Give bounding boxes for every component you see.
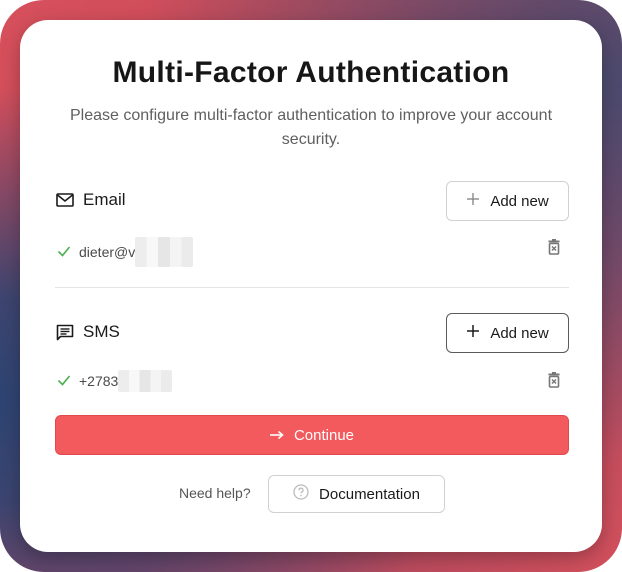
email-section-label: Email [83,190,126,209]
delete-sms-button[interactable] [547,372,561,393]
check-icon [57,244,71,261]
plus-icon [466,192,480,210]
redacted-text [135,237,194,267]
delete-email-button[interactable] [547,239,561,260]
envelope-icon [55,190,75,210]
continue-button[interactable]: Continue [55,415,569,455]
dialog-title: Multi-Factor Authentication [112,56,510,89]
mfa-dialog: Multi-Factor Authentication Please confi… [20,20,602,552]
help-text: Need help? [179,485,251,501]
trash-icon [547,372,561,392]
section-divider [55,287,569,288]
question-circle-icon [293,484,309,504]
documentation-button[interactable]: Documentation [268,475,445,513]
add-sms-label: Add new [490,324,549,342]
add-sms-button[interactable]: Add new [446,313,569,353]
redacted-text [118,370,173,392]
documentation-label: Documentation [319,485,420,503]
sms-section-label: SMS [83,322,120,341]
message-icon [55,322,75,342]
add-email-label: Add new [490,192,549,210]
add-email-button[interactable]: Add new [446,181,569,221]
sms-entry-value: +2783 [79,373,119,389]
email-entry: dieter@v [57,237,194,267]
sms-entry: +2783 [57,370,173,392]
dialog-subtitle: Please configure multi-factor authentica… [69,107,553,148]
check-icon [57,373,71,390]
trash-icon [547,239,561,259]
sms-section-header: SMS [55,322,120,342]
plus-icon [466,324,480,342]
continue-label: Continue [293,426,355,444]
arrow-right-icon [269,427,284,444]
email-entry-value: dieter@v [79,244,136,260]
email-section-header: Email [55,190,126,210]
